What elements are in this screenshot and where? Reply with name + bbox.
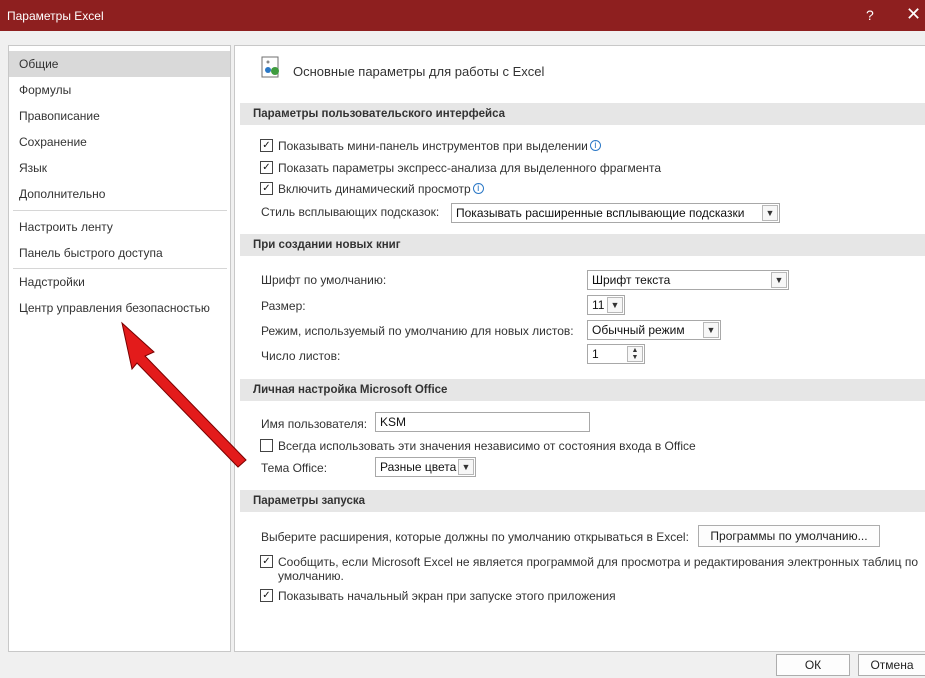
default-font-label: Шрифт по умолчанию: xyxy=(261,273,387,287)
sidebar-item-customize-ribbon[interactable]: Настроить ленту xyxy=(9,214,230,240)
option-live-preview-label: Включить динамический просмотр xyxy=(278,182,471,196)
font-size-select[interactable]: 11 ▼ xyxy=(587,295,625,315)
default-view-label: Режим, используемый по умолчанию для нов… xyxy=(261,324,574,338)
title-bar: Параметры Excel ? ✕ xyxy=(0,0,925,31)
username-input[interactable]: KSM xyxy=(375,412,590,432)
sidebar-item-general[interactable]: Общие xyxy=(9,51,230,77)
sheet-count-label: Число листов: xyxy=(261,349,341,363)
office-theme-select[interactable]: Разные цвета ▼ xyxy=(375,457,476,477)
sidebar-item-proofing[interactable]: Правописание xyxy=(9,103,230,129)
section-startup-options: Параметры запуска xyxy=(240,490,925,512)
sidebar-divider xyxy=(13,210,227,211)
sheet-count-value: 1 xyxy=(592,347,599,361)
checkbox-always-use-values[interactable] xyxy=(260,439,273,452)
window-title: Параметры Excel xyxy=(7,9,104,23)
tooltip-style-select[interactable]: Показывать расширенные всплывающие подск… xyxy=(451,203,780,223)
start-screen-label: Показывать начальный экран при запуске э… xyxy=(278,589,616,603)
chevron-down-icon[interactable]: ▼ xyxy=(458,459,474,475)
always-use-values-label: Всегда использовать эти значения независ… xyxy=(278,439,696,453)
font-size-label: Размер: xyxy=(261,299,306,313)
sidebar-item-save[interactable]: Сохранение xyxy=(9,129,230,155)
option-live-preview: Включить динамический просмотр i xyxy=(278,182,484,196)
checkbox-quick-analysis[interactable]: ✓ xyxy=(260,161,273,174)
notify-default-program-label-cont: умолчанию. xyxy=(278,569,344,583)
default-programs-button[interactable]: Программы по умолчанию... xyxy=(698,525,880,547)
section-ui-options: Параметры пользовательского интерфейса xyxy=(240,103,925,125)
chevron-down-icon[interactable]: ▼ xyxy=(607,297,623,313)
default-view-value: Обычный режим xyxy=(592,323,685,337)
option-mini-toolbar: Показывать мини-панель инструментов при … xyxy=(278,139,601,153)
sidebar-item-quick-access[interactable]: Панель быстрого доступа xyxy=(9,240,230,266)
help-icon[interactable]: ? xyxy=(866,7,874,23)
office-theme-label: Тема Office: xyxy=(261,461,328,475)
checkbox-notify-default-program[interactable]: ✓ xyxy=(260,555,273,568)
sidebar-item-addins[interactable]: Надстройки xyxy=(9,269,230,295)
page-title: Основные параметры для работы с Excel xyxy=(293,64,545,79)
options-sidebar: Общие Формулы Правописание Сохранение Яз… xyxy=(8,45,231,652)
default-view-select[interactable]: Обычный режим ▼ xyxy=(587,320,721,340)
chevron-down-icon[interactable]: ▼ xyxy=(762,205,778,221)
extensions-label: Выберите расширения, которые должны по у… xyxy=(261,530,689,544)
info-icon[interactable]: i xyxy=(472,183,484,194)
sheet-count-spinner[interactable]: 1 ▲ ▼ xyxy=(587,344,645,364)
sidebar-item-advanced[interactable]: Дополнительно xyxy=(9,181,230,207)
options-main-panel: Основные параметры для работы с Excel Па… xyxy=(234,45,925,652)
ok-button[interactable]: ОК xyxy=(776,654,850,676)
username-label: Имя пользователя: xyxy=(261,417,368,431)
section-personalize-office: Личная настройка Microsoft Office xyxy=(240,379,925,401)
option-quick-analysis-label: Показать параметры экспресс-анализа для … xyxy=(278,161,662,175)
cancel-button[interactable]: Отмена xyxy=(858,654,925,676)
option-mini-toolbar-label: Показывать мини-панель инструментов при … xyxy=(278,139,588,153)
spinner-arrows-icon[interactable]: ▲ ▼ xyxy=(627,346,643,362)
sidebar-item-language[interactable]: Язык xyxy=(9,155,230,181)
section-new-workbooks: При создании новых книг xyxy=(240,234,925,256)
notify-default-program-label: Сообщить, если Microsoft Excel не являет… xyxy=(278,555,919,569)
chevron-down-icon[interactable]: ▼ xyxy=(703,322,719,338)
checkbox-mini-toolbar[interactable]: ✓ xyxy=(260,139,273,152)
default-font-value: Шрифт текста xyxy=(592,273,671,287)
checkbox-live-preview[interactable]: ✓ xyxy=(260,182,273,195)
font-size-value: 11 xyxy=(592,298,605,312)
tooltip-style-value: Показывать расширенные всплывающие подск… xyxy=(456,206,745,220)
sidebar-item-trust-center[interactable]: Центр управления безопасностью xyxy=(9,295,230,321)
sidebar-item-formulas[interactable]: Формулы xyxy=(9,77,230,103)
chevron-down-icon[interactable]: ▼ xyxy=(771,272,787,288)
close-icon[interactable]: ✕ xyxy=(906,4,921,25)
tooltip-style-label: Стиль всплывающих подсказок: xyxy=(261,205,440,219)
general-settings-icon xyxy=(261,56,279,78)
default-font-select[interactable]: Шрифт текста ▼ xyxy=(587,270,789,290)
checkbox-start-screen[interactable]: ✓ xyxy=(260,589,273,602)
office-theme-value: Разные цвета xyxy=(380,460,457,474)
info-icon[interactable]: i xyxy=(589,140,601,151)
